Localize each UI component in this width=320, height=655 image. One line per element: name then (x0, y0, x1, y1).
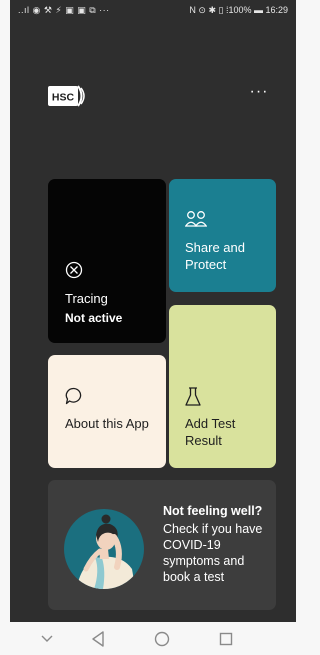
tracing-tile[interactable]: Tracing Not active (48, 179, 166, 343)
tracing-label: Tracing (65, 291, 108, 306)
flask-icon (185, 387, 201, 412)
banner-body: Check if you have COVID-19 symptoms and … (163, 522, 263, 584)
status-bar: ..ıl ◉ ⚒ ⚡ ▣ ▣ ⧉ ··· N ⊙ ✱ ▯ ⁞100% ▬ 16:… (10, 0, 296, 22)
about-this-app-tile[interactable]: About this App (48, 355, 166, 468)
chevron-down-icon[interactable] (32, 626, 62, 652)
person-symptoms-illustration (62, 507, 146, 596)
banner-title: Not feeling well? (163, 504, 263, 518)
tracing-off-icon (65, 261, 83, 284)
recents-icon[interactable] (211, 626, 241, 652)
logo-text: HSC (52, 92, 75, 104)
about-this-app-label: About this App (65, 416, 149, 431)
tracing-status: Not active (65, 311, 123, 325)
add-test-result-tile[interactable]: Add Test Result (169, 305, 276, 468)
share-and-protect-tile[interactable]: Share and Protect (169, 179, 276, 292)
back-icon[interactable] (83, 626, 113, 652)
share-and-protect-label: Share and Protect (185, 240, 245, 272)
people-icon (184, 210, 208, 233)
hsc-logo: HSC (48, 84, 86, 108)
app-screen: ..ıl ◉ ⚒ ⚡ ▣ ▣ ⧉ ··· N ⊙ ✱ ▯ ⁞100% ▬ 16:… (10, 0, 296, 622)
add-test-result-label: Add Test Result (185, 416, 236, 448)
more-options-button[interactable]: ··· (248, 84, 270, 104)
status-bar-right: N ⊙ ✱ ▯ ⁞100% ▬ 16:29 (189, 5, 288, 15)
symptoms-banner[interactable]: Not feeling well? Check if you have COVI… (48, 480, 276, 610)
speech-bubble-icon (65, 387, 83, 410)
home-icon[interactable] (147, 626, 177, 652)
system-nav-bar (0, 622, 306, 655)
status-bar-left-icons: ..ıl ◉ ⚒ ⚡ ▣ ▣ ⧉ ··· (18, 5, 110, 15)
